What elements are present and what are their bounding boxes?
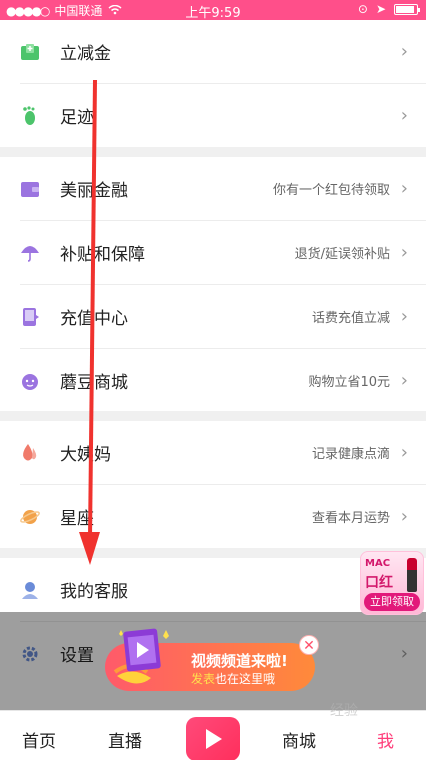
status-bar: ●●●●○ 中国联通 上午9:59 ⊙ ➤ (0, 0, 426, 21)
bottom-tab-bar: 首页 直播 商城 我 (0, 710, 426, 760)
tooltip-close-button[interactable]: ✕ (299, 635, 319, 655)
menu-item-label: 蘑豆商城 (60, 373, 128, 393)
ad-claim-button[interactable]: 立即领取 (364, 593, 420, 611)
ad-brand: MAC (365, 558, 391, 569)
chevron-right-icon: › (400, 306, 408, 327)
chevron-right-icon: › (400, 370, 408, 391)
lipstick-icon (407, 558, 417, 592)
tab-live[interactable]: 直播 (108, 727, 142, 752)
status-right: ⊙ ➤ (357, 2, 420, 16)
tooltip-subtitle: 发表也在这里哦 (191, 670, 275, 687)
menu-item-subtitle: 记录健康点滴 (311, 447, 390, 462)
video-play-button[interactable] (186, 717, 240, 760)
menu-item-subtitle: 退货/延误领补贴 (294, 247, 390, 262)
menu-item-label: 美丽金融 (60, 181, 128, 201)
menu-item-label: 补贴和保障 (60, 245, 145, 265)
menu-item-label: 足迹 (60, 108, 94, 128)
menu-item-label: 大姨妈 (60, 445, 111, 465)
video-film-icon (113, 626, 185, 692)
menu-item-period[interactable]: 大姨妈 记录健康点滴 › (0, 421, 426, 484)
menu-item-footprint[interactable]: 足迹 › (0, 84, 426, 147)
chevron-right-icon: › (400, 242, 408, 263)
location-icon: ➤ (375, 2, 386, 16)
envelope-plus-icon (20, 42, 40, 62)
wallet-icon (20, 179, 40, 199)
menu-item-discount[interactable]: 立减金 › (0, 20, 426, 83)
phone-icon (20, 307, 40, 327)
menu-item-horoscope[interactable]: 星座 查看本月运势 › (0, 485, 426, 548)
chevron-right-icon: › (400, 178, 408, 199)
planet-icon (20, 507, 40, 527)
umbrella-icon (20, 243, 40, 263)
footprint-icon (20, 105, 40, 126)
tab-me[interactable]: 我 (377, 727, 394, 752)
tab-home[interactable]: 首页 (22, 727, 56, 752)
menu-item-finance[interactable]: 美丽金融 你有一个红包待领取 › (0, 157, 426, 220)
drop-icon (20, 443, 40, 463)
lock-rotation-icon: ⊙ (357, 2, 368, 16)
menu-item-subtitle: 查看本月运势 (311, 511, 390, 526)
menu-item-modou-mall[interactable]: 蘑豆商城 购物立省10元 › (0, 349, 426, 412)
watermark-logo: 经验 (330, 703, 358, 719)
mushroom-icon (20, 371, 40, 391)
section-gap (0, 147, 426, 157)
menu-item-subtitle: 话费充值立减 (311, 311, 390, 326)
menu-item-label: 立减金 (60, 44, 111, 64)
chevron-right-icon: › (400, 506, 408, 527)
tooltip-title: 视频频道来啦! (191, 652, 288, 670)
battery-icon (394, 3, 420, 15)
menu-item-subtitle: 你有一个红包待领取 (272, 183, 390, 198)
menu-item-recharge[interactable]: 充值中心 话费充值立减 › (0, 285, 426, 348)
section-gap (0, 411, 426, 421)
chevron-right-icon: › (400, 41, 408, 62)
menu-item-subsidy[interactable]: 补贴和保障 退货/延误领补贴 › (0, 221, 426, 284)
menu-item-label: 我的客服 (60, 582, 128, 602)
menu-item-label: 星座 (60, 509, 94, 529)
tooltip-highlight: 发表 (191, 672, 216, 686)
play-icon (206, 729, 222, 749)
ad-product: 口红 (365, 575, 393, 591)
tab-mall[interactable]: 商城 (282, 727, 316, 752)
chevron-right-icon: › (400, 442, 408, 463)
menu-item-label: 充值中心 (60, 309, 128, 329)
tooltip-sub-rest: 也在这里哦 (215, 672, 276, 686)
chevron-right-icon: › (400, 105, 408, 126)
lipstick-ad-banner[interactable]: MAC 口红 立即领取 (360, 551, 424, 615)
customer-service-icon (20, 580, 40, 600)
menu-item-subtitle: 购物立省10元 (308, 375, 390, 390)
